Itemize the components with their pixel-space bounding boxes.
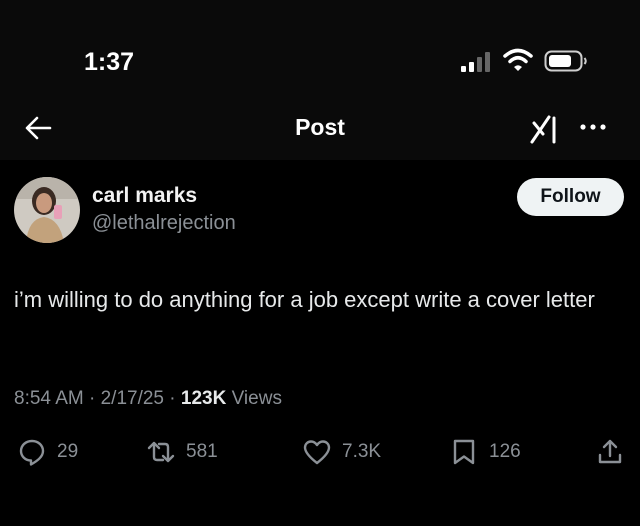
reply-button[interactable]: 29: [18, 437, 78, 467]
repost-icon: [147, 441, 175, 463]
bookmark-button[interactable]: 126: [450, 437, 521, 467]
bookmark-icon: [453, 439, 475, 465]
views-count: 123K: [180, 388, 227, 409]
views-label: Views: [226, 388, 282, 409]
repost-count: 581: [186, 441, 218, 462]
status-time: 1:37: [84, 48, 135, 76]
post-text: i’m willing to do anything for a job exc…: [14, 287, 595, 312]
bookmark-count: 126: [489, 441, 521, 462]
reply-count: 29: [57, 441, 79, 462]
signal-icon: [461, 52, 490, 72]
grok-icon[interactable]: [528, 110, 564, 146]
share-icon: [598, 439, 622, 464]
share-button[interactable]: [596, 437, 624, 467]
avatar[interactable]: [14, 177, 80, 243]
post-time: 8:54 AM: [14, 388, 84, 409]
reply-icon: [19, 439, 45, 466]
wifi-icon: [503, 48, 533, 71]
like-count: 7.3K: [342, 441, 382, 462]
meta-separator: ·: [164, 388, 181, 409]
meta-separator: ·: [83, 388, 101, 409]
nav-bar: Post: [0, 100, 640, 160]
more-icon[interactable]: [575, 110, 611, 144]
post-date: 2/17/25: [100, 388, 165, 409]
like-button[interactable]: 7.3K: [303, 437, 381, 467]
post-meta: 8:54 AM · 2/17/25 · 123K Views: [14, 388, 282, 410]
status-bar: 1:37: [0, 0, 640, 100]
heart-icon: [303, 440, 331, 465]
follow-button[interactable]: Follow: [517, 178, 624, 216]
author-name[interactable]: carl marks: [92, 184, 197, 208]
author-handle[interactable]: @lethalrejection: [92, 212, 236, 235]
repost-button[interactable]: 581: [147, 437, 218, 467]
avatar-image: [14, 177, 80, 243]
battery-icon: [544, 50, 587, 72]
